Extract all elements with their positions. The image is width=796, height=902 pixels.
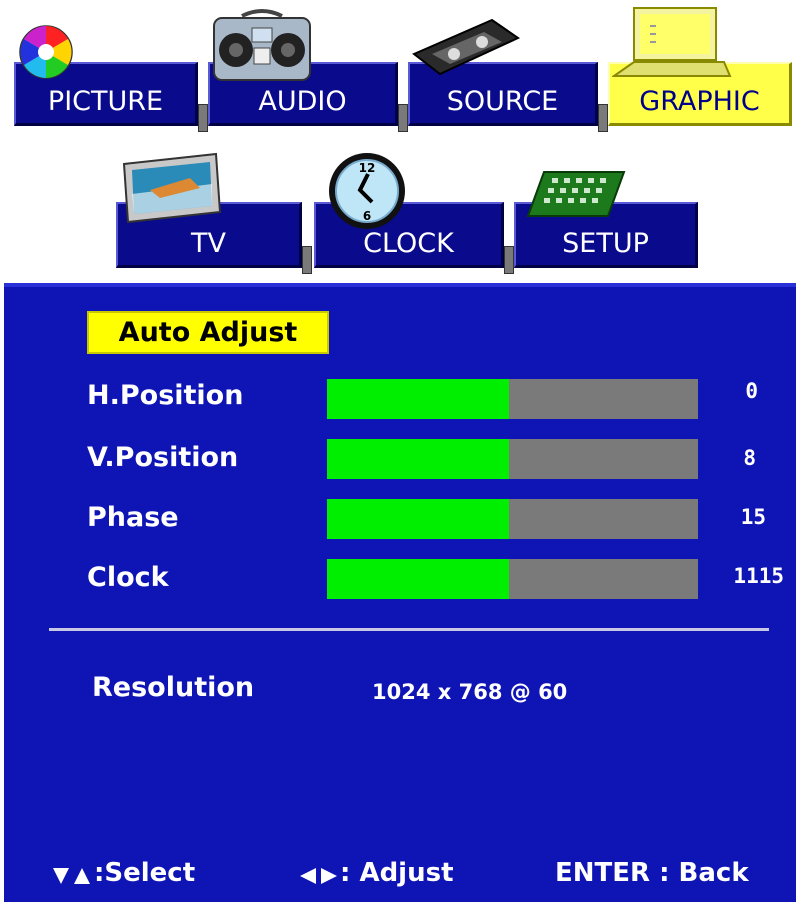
boombox-icon <box>213 9 311 81</box>
h-position-slider-fill <box>327 379 509 419</box>
h-position-slider[interactable] <box>327 379 698 419</box>
phase-value: 15 <box>740 505 766 529</box>
phase-slider[interactable] <box>327 499 698 539</box>
resolution-label: Resolution <box>92 672 255 703</box>
select-hint: :Select <box>94 858 196 888</box>
tab-setup-label: SETUP <box>562 228 649 259</box>
up-arrow-icon <box>74 868 90 884</box>
tv-set-icon <box>122 152 222 224</box>
tab-connector <box>398 104 408 132</box>
h-position-label: H.Position <box>87 380 244 411</box>
resolution-value: 1024 x 768 @ 60 <box>372 680 568 704</box>
phase-label: Phase <box>87 502 179 533</box>
phase-slider-fill <box>327 499 509 539</box>
adjust-hint: : Adjust <box>340 858 454 888</box>
h-position-value: 0 <box>745 379 758 403</box>
tab-connector <box>598 104 608 132</box>
auto-adjust-label: Auto Adjust <box>118 317 298 348</box>
v-position-value: 8 <box>743 446 756 470</box>
auto-adjust-button[interactable]: Auto Adjust <box>87 311 329 354</box>
tab-clock-label: CLOCK <box>363 228 454 259</box>
left-arrow-icon <box>300 868 316 884</box>
v-position-label: V.Position <box>87 442 239 473</box>
back-hint: ENTER : Back <box>555 858 749 888</box>
v-position-slider-fill <box>327 439 509 479</box>
tab-tv-label: TV <box>191 228 226 259</box>
right-arrow-icon <box>321 868 337 884</box>
v-position-slider[interactable] <box>327 439 698 479</box>
tab-connector <box>302 246 312 274</box>
vhs-tape-icon <box>412 18 520 76</box>
down-arrow-icon <box>53 868 69 884</box>
color-wheel-icon <box>19 25 73 79</box>
clock-top-number: 12 <box>359 161 376 175</box>
tab-source-label: SOURCE <box>446 86 559 117</box>
keypad-icon <box>526 171 626 217</box>
divider <box>49 628 769 631</box>
clock-bottom-number: 6 <box>363 209 371 223</box>
clock-value: 1115 <box>733 564 784 588</box>
computer-icon <box>612 7 732 77</box>
tab-connector <box>504 246 514 274</box>
clock-label: Clock <box>87 562 169 593</box>
tab-connector <box>198 104 208 132</box>
tab-audio-label: AUDIO <box>258 86 347 117</box>
clock-slider[interactable] <box>327 559 698 599</box>
tab-graphic-label: GRAPHIC <box>639 86 760 117</box>
clock-slider-fill <box>327 559 509 599</box>
clock-icon: 12 6 <box>329 153 405 229</box>
